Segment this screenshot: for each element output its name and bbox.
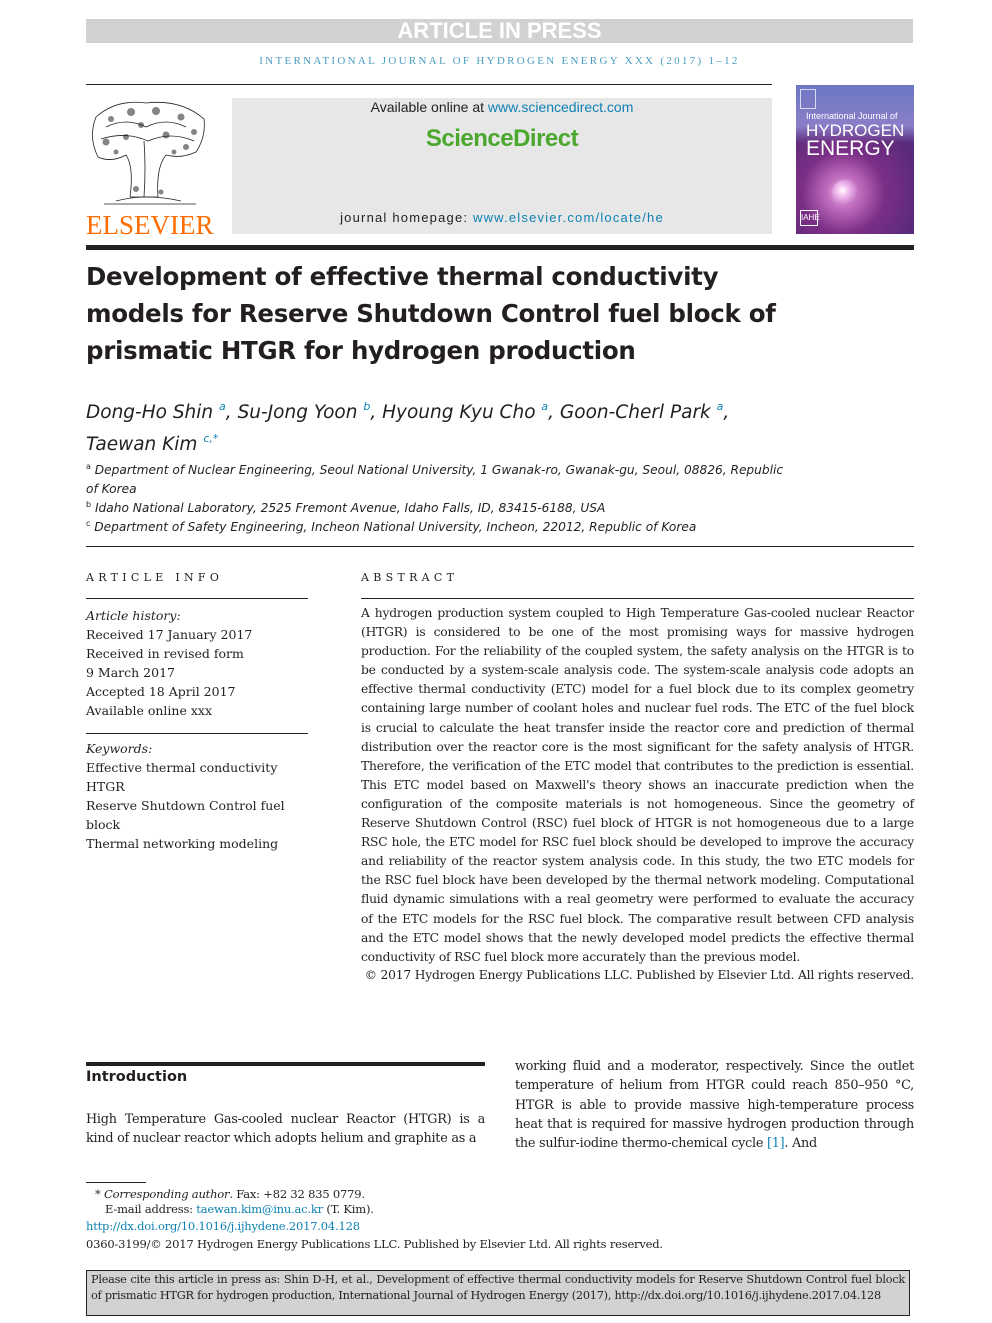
tree-icon (92, 101, 205, 205)
introduction-rule (86, 1062, 485, 1066)
sciencedirect-link[interactable]: www.sciencedirect.com (488, 99, 634, 115)
introduction-heading: Introduction (86, 1069, 188, 1085)
cover-journal-subtitle: International Journal of (806, 111, 898, 121)
abstract-body: A hydrogen production system coupled to … (361, 606, 914, 964)
history-item: Accepted 18 April 2017 (86, 684, 236, 700)
affiliation-marker[interactable]: a (541, 400, 548, 413)
cover-iahe-badge: IAHE (800, 210, 820, 226)
masthead-divider (86, 245, 914, 250)
corresponding-author-note: * Corresponding author. Fax: +82 32 835 … (95, 1186, 895, 1202)
introduction-left-column: High Temperature Gas-cooled nuclear Reac… (86, 1112, 485, 1147)
available-online-line: Available online at www.sciencedirect.co… (232, 99, 772, 115)
author-name[interactable]: Su-Jong Yoon (238, 402, 358, 423)
reference-link[interactable]: [1] (767, 1136, 785, 1151)
article-title: Development of effective thermal conduct… (86, 262, 776, 365)
affiliation-key: a (86, 462, 91, 471)
journal-cover-image: International Journal of HYDROGEN ENERGY… (796, 85, 914, 234)
introduction-right-column: working fluid and a moderator, respectiv… (515, 1057, 914, 1153)
abstract-heading: ABSTRACT (361, 571, 459, 584)
keywords-label: Keywords: (86, 741, 153, 756)
history-item: Available online xxx (86, 703, 212, 719)
article-history-label: Article history: (86, 608, 181, 623)
affiliation-text-cont: of Korea (86, 482, 137, 496)
footnote-star: * (95, 1187, 101, 1201)
affiliation-a: a Department of Nuclear Engineering, Seo… (86, 457, 786, 499)
affiliation-text: Idaho National Laboratory, 2525 Fremont … (94, 501, 606, 515)
affiliation-c: c Department of Safety Engineering, Inch… (86, 514, 786, 537)
footnote-divider (86, 1182, 146, 1183)
header-divider (86, 84, 772, 85)
affiliation-marker[interactable]: a (219, 400, 226, 413)
affiliation-key: b (86, 500, 92, 509)
article-info-divider (86, 598, 308, 599)
introduction-right-tail: . And (784, 1136, 817, 1152)
journal-homepage-line: journal homepage: www.elsevier.com/locat… (232, 210, 772, 225)
email-note: E-mail address: taewan.kim@inu.ac.kr (T.… (105, 1201, 905, 1217)
article-info-heading: ARTICLE INFO (86, 571, 224, 584)
keyword-item: Thermal networking modeling (86, 836, 279, 852)
introduction-right-text: working fluid and a moderator, respectiv… (515, 1059, 914, 1152)
keywords: Keywords: Effective thermal conductivity… (86, 739, 316, 854)
affiliation-key: c (86, 519, 91, 528)
keyword-item: Effective thermal conductivity (86, 760, 278, 776)
journal-running-header: INTERNATIONAL JOURNAL OF HYDROGEN ENERGY… (259, 55, 740, 67)
author-name[interactable]: Goon-Cherl Park (560, 402, 711, 423)
email-label: E-mail address: (105, 1202, 197, 1216)
article-in-press-banner: ARTICLE IN PRESS (86, 19, 913, 43)
citation-box: Please cite this article in press as: Sh… (86, 1270, 910, 1316)
issn-copyright-line: 0360-3199/© 2017 Hydrogen Energy Publica… (86, 1237, 663, 1251)
author-name[interactable]: Dong-Ho Shin (86, 402, 213, 423)
affiliations-divider (86, 546, 914, 547)
abstract-divider (361, 598, 914, 599)
keyword-item: Reserve Shutdown Control fuel (86, 798, 285, 814)
keyword-item: HTGR (86, 779, 125, 795)
email-link[interactable]: taewan.kim@inu.ac.kr (196, 1202, 323, 1216)
affiliation-marker[interactable]: c,* (203, 432, 218, 445)
cover-orb-graphic (832, 180, 858, 206)
corresponding-fax: . Fax: +82 32 835 0779. (229, 1187, 365, 1201)
article-history: Article history: Received 17 January 201… (86, 606, 316, 721)
author-name[interactable]: Taewan Kim (86, 434, 197, 455)
journal-homepage-link[interactable]: www.elsevier.com/locate/he (473, 210, 664, 225)
corresponding-author-label: Corresponding author (104, 1187, 230, 1201)
affiliation-text: Department of Nuclear Engineering, Seoul… (94, 463, 784, 477)
elsevier-wordmark: ELSEVIER (86, 210, 214, 240)
keywords-divider (86, 733, 308, 734)
history-item: 9 March 2017 (86, 665, 175, 681)
affiliation-marker[interactable]: a (717, 400, 724, 413)
history-item: Received 17 January 2017 (86, 627, 253, 643)
abstract-copyright: © 2017 Hydrogen Energy Publications LLC.… (364, 968, 915, 982)
cover-title-energy: ENERGY (806, 137, 895, 160)
doi-link[interactable]: http://dx.doi.org/10.1016/j.ijhydene.201… (86, 1219, 360, 1233)
history-item: Received in revised form (86, 646, 244, 662)
affiliation-marker[interactable]: b (363, 400, 370, 413)
cover-publisher-icon (800, 89, 816, 109)
doi-line: http://dx.doi.org/10.1016/j.ijhydene.201… (86, 1218, 886, 1234)
email-tail: (T. Kim). (322, 1202, 374, 1216)
author-name[interactable]: Hyoung Kyu Cho (382, 402, 535, 423)
keyword-item: block (86, 817, 121, 833)
affiliation-text: Department of Safety Engineering, Incheo… (94, 520, 697, 534)
available-online-label: Available online at (370, 99, 488, 115)
author-list: Dong-Ho Shin a, Su-Jong Yoon b, Hyoung K… (86, 400, 730, 455)
journal-homepage-label: journal homepage: (340, 210, 473, 225)
sciencedirect-logo[interactable]: ScienceDirect (232, 125, 772, 153)
